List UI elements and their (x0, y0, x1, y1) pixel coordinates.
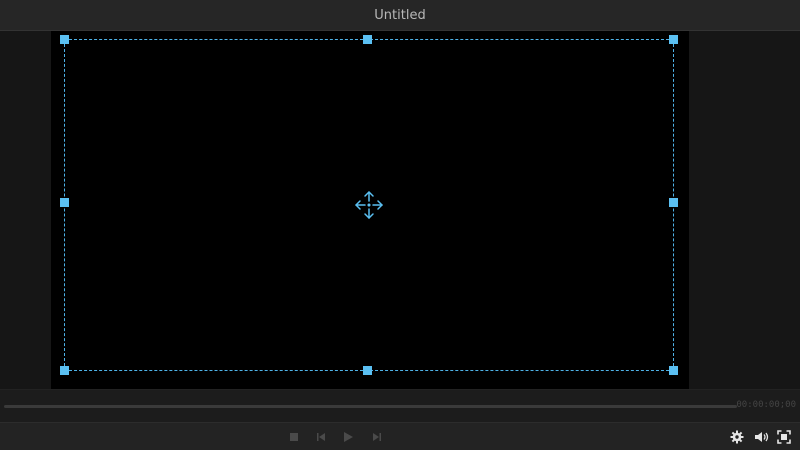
next-frame-icon (373, 433, 381, 441)
video-canvas[interactable] (51, 31, 689, 389)
resize-handle-bottom[interactable] (363, 366, 372, 375)
fullscreen-icon (777, 430, 791, 444)
stop-button[interactable] (287, 430, 301, 444)
volume-button[interactable] (754, 430, 770, 444)
gear-icon (730, 430, 744, 444)
resize-handle-right[interactable] (669, 198, 678, 207)
stop-icon (290, 433, 298, 441)
resize-handle-bottom-right[interactable] (669, 366, 678, 375)
settings-button[interactable] (730, 430, 744, 444)
selection-box[interactable] (60, 35, 678, 375)
previous-frame-icon (317, 433, 325, 441)
timeline-scrubber: 00:00:00;00 (0, 389, 800, 422)
speaker-icon (755, 432, 769, 442)
scrubber-track[interactable] (4, 405, 737, 408)
next-frame-button[interactable] (369, 430, 383, 444)
play-icon (344, 432, 353, 442)
timecode: 00:00:00;00 (736, 400, 796, 410)
preview-area (0, 31, 800, 389)
move-icon[interactable] (353, 189, 385, 221)
resize-handle-top[interactable] (363, 35, 372, 44)
resize-handle-top-right[interactable] (669, 35, 678, 44)
playback-controls (0, 422, 800, 450)
play-button[interactable] (341, 430, 355, 444)
resize-handle-bottom-left[interactable] (60, 366, 69, 375)
window-title: Untitled (374, 7, 426, 23)
video-player-window: Untitled 00:00:00;00 (0, 0, 800, 450)
resize-handle-top-left[interactable] (60, 35, 69, 44)
previous-frame-button[interactable] (315, 430, 329, 444)
resize-handle-left[interactable] (60, 198, 69, 207)
fullscreen-button[interactable] (777, 430, 791, 444)
title-bar: Untitled (0, 0, 800, 31)
